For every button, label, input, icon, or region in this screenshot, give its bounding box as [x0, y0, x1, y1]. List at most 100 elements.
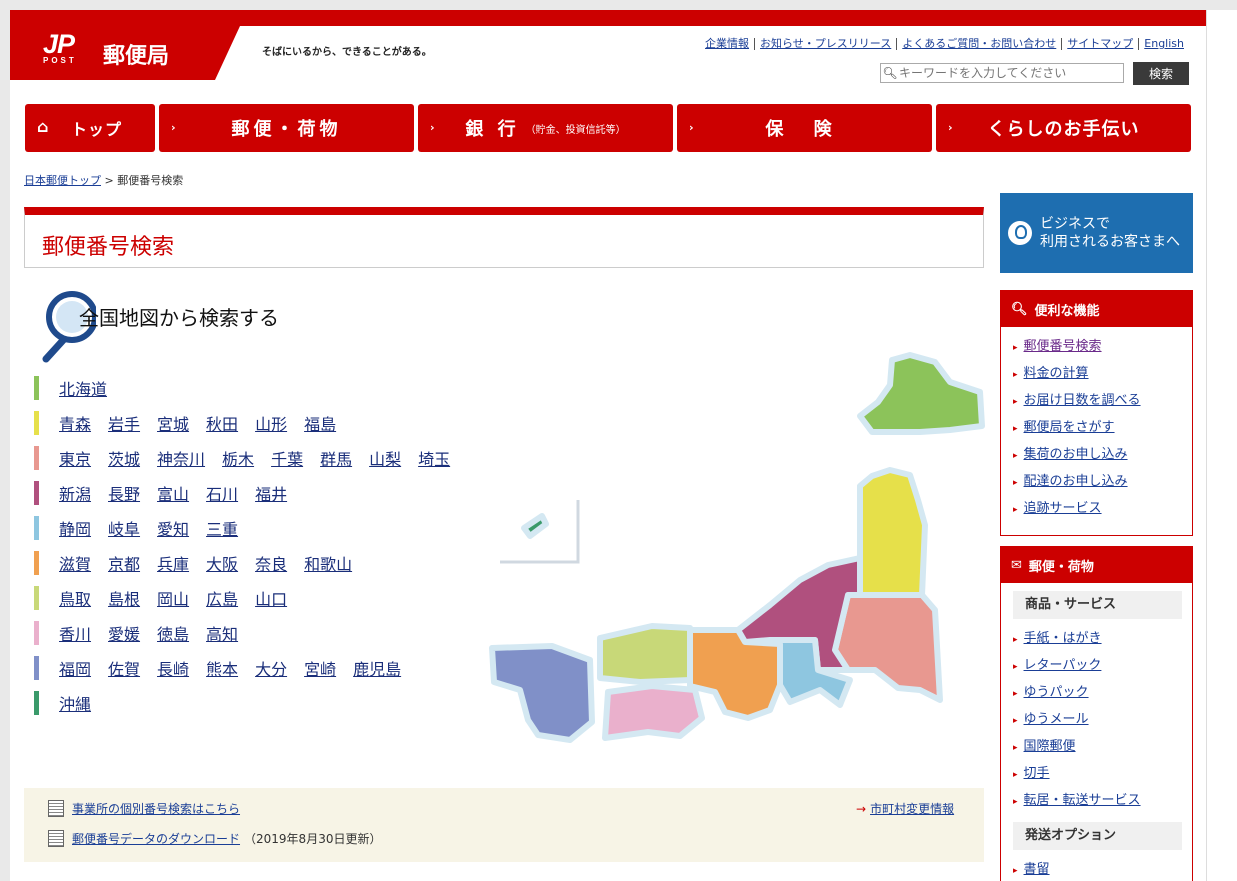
prefecture-link[interactable]: 富山	[157, 481, 189, 505]
prefecture-link[interactable]: 栃木	[222, 446, 254, 470]
region-row: 青森 岩手 宮城 秋田 山形 福島	[34, 409, 353, 437]
utility-link-company[interactable]: 企業情報	[700, 38, 754, 50]
prefecture-link[interactable]: 香川	[59, 621, 91, 645]
prefecture-link[interactable]: 徳島	[157, 621, 189, 645]
jp-post-logo[interactable]: JP POST 郵便局	[10, 26, 240, 80]
product-international[interactable]: 国際郵便	[1013, 733, 1192, 760]
page: JP POST 郵便局 そばにいるから、できることがある。 企業情報 お知らせ・…	[10, 10, 1206, 881]
user-icon	[1008, 221, 1032, 245]
feature-redelivery-request[interactable]: 配達のお申し込み	[1013, 468, 1192, 495]
prefecture-link[interactable]: 埼玉	[418, 446, 450, 470]
feature-delivery-days[interactable]: お届け日数を調べる	[1013, 387, 1192, 414]
feature-tracking[interactable]: 追跡サービス	[1013, 495, 1192, 522]
logo-name: 郵便局	[103, 44, 170, 69]
prefecture-link[interactable]: 奈良	[255, 551, 287, 575]
prefecture-link[interactable]: 大分	[255, 656, 287, 680]
prefecture-link[interactable]: 高知	[206, 621, 238, 645]
prefecture-link[interactable]: 兵庫	[157, 551, 189, 575]
utility-link-sitemap[interactable]: サイトマップ	[1061, 38, 1138, 50]
nav-insurance-label: 保 険	[765, 119, 844, 140]
prefecture-link[interactable]: 岡山	[157, 586, 189, 610]
map-kyushu	[489, 643, 595, 743]
region-row: 沖縄	[34, 689, 108, 717]
feature-postal-search[interactable]: 郵便番号検索	[1013, 333, 1192, 360]
prefecture-link[interactable]: 岐阜	[108, 516, 140, 540]
nav-insurance[interactable]: › 保 険	[677, 104, 932, 152]
utility-link-news[interactable]: お知らせ・プレスリリース	[754, 38, 896, 50]
prefecture-link[interactable]: 秋田	[206, 411, 238, 435]
products-subheader: 商品・サービス	[1013, 591, 1182, 619]
business-customers-button[interactable]: ビジネスで 利用されるお客さまへ	[1000, 193, 1193, 273]
region-color-bar	[34, 656, 39, 680]
prefecture-link[interactable]: 佐賀	[108, 656, 140, 680]
feature-pickup-request[interactable]: 集荷のお申し込み	[1013, 441, 1192, 468]
prefecture-link[interactable]: 新潟	[59, 481, 91, 505]
prefecture-link[interactable]: 広島	[206, 586, 238, 610]
scrollbar[interactable]	[1206, 10, 1237, 881]
prefecture-link[interactable]: 福井	[255, 481, 287, 505]
prefecture-link[interactable]: 岩手	[108, 411, 140, 435]
prefecture-link[interactable]: 鳥取	[59, 586, 91, 610]
map-okinawa	[521, 513, 549, 539]
prefecture-link[interactable]: 愛知	[157, 516, 189, 540]
map-chugoku	[597, 623, 693, 685]
prefecture-link[interactable]: 千葉	[271, 446, 303, 470]
download-link[interactable]: 郵便番号データのダウンロード	[72, 830, 240, 847]
prefecture-link[interactable]: 三重	[206, 516, 238, 540]
prefecture-link[interactable]: 宮崎	[304, 656, 336, 680]
prefecture-link[interactable]: 茨城	[108, 446, 140, 470]
business-search-link[interactable]: 事業所の個別番号検索はこちら	[72, 800, 240, 817]
prefecture-link[interactable]: 長野	[108, 481, 140, 505]
region-color-bar	[34, 586, 39, 610]
product-letters[interactable]: 手紙・はがき	[1013, 625, 1192, 652]
prefecture-link[interactable]: 愛媛	[108, 621, 140, 645]
prefecture-link[interactable]: 神奈川	[157, 446, 205, 470]
chevron-right-icon: ›	[430, 121, 435, 134]
product-yupack[interactable]: ゆうパック	[1013, 679, 1192, 706]
nav-life[interactable]: › くらしのお手伝い	[936, 104, 1191, 152]
map-hokkaido	[857, 352, 985, 435]
utility-link-faq[interactable]: よくあるご質問・お問い合わせ	[896, 38, 1061, 50]
prefecture-link[interactable]: 和歌山	[304, 551, 352, 575]
municipal-changes-link[interactable]: 市町村変更情報	[870, 800, 954, 817]
prefecture-link[interactable]: 群馬	[320, 446, 352, 470]
prefecture-link[interactable]: 長崎	[157, 656, 189, 680]
prefecture-link[interactable]: 福島	[304, 411, 336, 435]
breadcrumb-home[interactable]: 日本郵便トップ	[24, 174, 101, 187]
prefecture-link[interactable]: 鹿児島	[353, 656, 401, 680]
prefecture-link[interactable]: 京都	[108, 551, 140, 575]
prefecture-link[interactable]: 島根	[108, 586, 140, 610]
prefecture-link[interactable]: 沖縄	[59, 691, 91, 715]
product-stamps[interactable]: 切手	[1013, 760, 1192, 787]
prefecture-link[interactable]: 滋賀	[59, 551, 91, 575]
prefecture-link[interactable]: 福岡	[59, 656, 91, 680]
prefecture-link[interactable]: 北海道	[59, 376, 107, 400]
chevron-right-icon: ›	[171, 121, 176, 134]
option-registered[interactable]: 書留	[1013, 856, 1192, 881]
prefecture-link[interactable]: 青森	[59, 411, 91, 435]
feature-fee-calc[interactable]: 料金の計算	[1013, 360, 1192, 387]
nav-top[interactable]: ⌂ トップ	[25, 104, 155, 152]
prefecture-link[interactable]: 山口	[255, 586, 287, 610]
product-yumail[interactable]: ゆうメール	[1013, 706, 1192, 733]
prefecture-link[interactable]: 石川	[206, 481, 238, 505]
prefecture-link[interactable]: 静岡	[59, 516, 91, 540]
product-letterpack[interactable]: レターパック	[1013, 652, 1192, 679]
mail-title: 郵便・荷物	[1028, 559, 1094, 575]
search-input[interactable]	[899, 66, 1119, 80]
prefecture-link[interactable]: 宮城	[157, 411, 189, 435]
envelope-icon: ✉	[1011, 557, 1022, 573]
nav-mail[interactable]: › 郵便・荷物	[159, 104, 414, 152]
prefecture-link[interactable]: 東京	[59, 446, 91, 470]
nav-bank[interactable]: › 銀 行 （貯金、投資信託等）	[418, 104, 673, 152]
search-button[interactable]: 検索	[1133, 62, 1189, 85]
japan-map[interactable]	[480, 340, 995, 750]
prefecture-link[interactable]: 熊本	[206, 656, 238, 680]
prefecture-link[interactable]: 大阪	[206, 551, 238, 575]
utility-link-english[interactable]: English	[1138, 38, 1189, 50]
prefecture-link[interactable]: 山形	[255, 411, 287, 435]
feature-find-post-office[interactable]: 郵便局をさがす	[1013, 414, 1192, 441]
product-forwarding[interactable]: 転居・転送サービス	[1013, 787, 1192, 814]
nav-mail-label: 郵便・荷物	[231, 119, 342, 140]
prefecture-link[interactable]: 山梨	[369, 446, 401, 470]
